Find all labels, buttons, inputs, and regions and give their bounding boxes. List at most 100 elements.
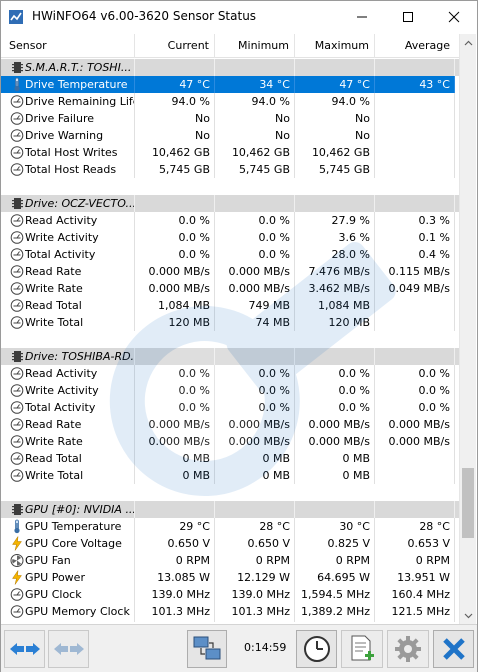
thermometer-icon xyxy=(14,519,20,534)
sensor-row[interactable]: GPU Memory Clock 101.3 MHz 101.3 MHz 1,389.… xyxy=(1,603,459,620)
chevron-up-icon xyxy=(464,40,473,45)
average-value xyxy=(375,450,455,467)
navigate-arrows-button[interactable] xyxy=(4,630,45,668)
minimum-value: 0.000 MB/s xyxy=(215,263,295,280)
sensor-row[interactable]: Drive Warning No No No xyxy=(1,127,459,144)
sensor-group-row[interactable]: Drive: TOSHIBA-RD... xyxy=(1,348,459,365)
gauge-icon xyxy=(10,282,24,295)
column-header-current[interactable]: Current xyxy=(135,34,215,58)
sensor-row[interactable]: Total Host Reads 5,745 GB 5,745 GB 5,745 GB xyxy=(1,161,459,178)
sensor-row[interactable]: Read Total 0 MB 0 MB 0 MB xyxy=(1,450,459,467)
average-value xyxy=(375,467,455,484)
scroll-down-arrow[interactable] xyxy=(460,607,477,624)
title-bar[interactable]: HWiNFO64 v6.00-3620 Sensor Status xyxy=(1,1,477,32)
average-value xyxy=(375,127,455,144)
maximum-value xyxy=(295,348,375,365)
settings-button[interactable] xyxy=(387,630,429,668)
gauge-icon xyxy=(10,265,24,278)
chip-icon xyxy=(12,504,23,515)
sensor-row[interactable]: Drive Temperature 47 °C 34 °C 47 °C 43 °C xyxy=(1,76,459,93)
sensor-row[interactable]: Write Total 120 MB 74 MB 120 MB xyxy=(1,314,459,331)
current-value: 10,462 GB xyxy=(135,144,215,161)
current-value xyxy=(135,501,215,518)
logging-button[interactable] xyxy=(341,630,383,668)
average-value xyxy=(375,297,455,314)
sensor-row[interactable]: Read Rate 0.000 MB/s 0.000 MB/s 0.000 MB/s 0… xyxy=(1,416,459,433)
network-button[interactable] xyxy=(187,630,227,668)
sensor-row[interactable]: Write Rate 0.000 MB/s 0.000 MB/s 0.000 MB/s… xyxy=(1,433,459,450)
maximum-value: 1,594.5 MHz xyxy=(295,586,375,603)
scroll-up-arrow[interactable] xyxy=(460,34,477,51)
sensor-name: GPU Fan xyxy=(1,552,135,569)
sensor-row[interactable]: Drive Remaining Life 94.0 % 94.0 % 94.0 % xyxy=(1,93,459,110)
sensor-row[interactable]: Write Activity 0.0 % 0.0 % 0.0 % 0.0 % xyxy=(1,382,459,399)
sensor-label: Write Rate xyxy=(25,282,83,295)
minimum-value: 74 MB xyxy=(215,314,295,331)
column-header-minimum[interactable]: Minimum xyxy=(215,34,295,58)
reset-timer-button[interactable] xyxy=(296,630,337,668)
sensor-name: Write Activity xyxy=(1,382,135,399)
gauge-icon xyxy=(10,248,24,261)
column-header-average[interactable]: Average xyxy=(375,34,455,58)
sensor-row[interactable]: Read Activity 0.0 % 0.0 % 27.9 % 0.3 % xyxy=(1,212,459,229)
drive-icon xyxy=(12,351,23,362)
gauge-icon xyxy=(10,469,24,482)
sensor-row[interactable]: Read Rate 0.000 MB/s 0.000 MB/s 7.476 MB/s 0… xyxy=(1,263,459,280)
vertical-scrollbar[interactable] xyxy=(459,34,476,624)
navigate-arrows-disabled-button[interactable] xyxy=(48,630,89,668)
sensor-row[interactable]: Drive Failure No No No xyxy=(1,110,459,127)
sensor-row[interactable]: Write Total 0 MB 0 MB 0 MB xyxy=(1,467,459,484)
minimum-value: 0.000 MB/s xyxy=(215,280,295,297)
sensor-group-row[interactable]: S.M.A.R.T.: TOSHI... xyxy=(1,59,459,76)
sensor-name: Drive Temperature xyxy=(1,76,135,93)
exit-button[interactable] xyxy=(433,630,474,668)
sensor-row[interactable]: Write Activity 0.0 % 0.0 % 3.6 % 0.1 % xyxy=(1,229,459,246)
average-value: 0.0 % xyxy=(375,399,455,416)
minimum-value: 94.0 % xyxy=(215,93,295,110)
sensor-group-row[interactable]: GPU [#0]: NVIDIA ... xyxy=(1,501,459,518)
sensor-row[interactable]: Total Host Writes 10,462 GB 10,462 GB 10,46… xyxy=(1,144,459,161)
sensor-name: GPU Video Clock xyxy=(1,620,135,622)
maximum-value: 30 °C xyxy=(295,518,375,535)
average-value xyxy=(375,144,455,161)
maximum-value: 120 MB xyxy=(295,314,375,331)
maximize-button[interactable] xyxy=(385,1,431,32)
close-button[interactable] xyxy=(431,1,477,32)
sensor-name: Write Activity xyxy=(1,229,135,246)
sensor-label: Write Total xyxy=(25,469,84,482)
sensor-row[interactable]: GPU Core Voltage 0.650 V 0.650 V 0.825 V 0.6… xyxy=(1,535,459,552)
sensor-name: Total Host Reads xyxy=(1,161,135,178)
current-value: 5,745 GB xyxy=(135,161,215,178)
sensor-row[interactable]: Total Activity 0.0 % 0.0 % 28.0 % 0.4 % xyxy=(1,246,459,263)
maximum-value: 10,462 GB xyxy=(295,144,375,161)
sensor-grid: S.M.A.R.T.: TOSHI... Drive Temperature 47 … xyxy=(1,58,459,622)
clock-icon xyxy=(303,636,330,662)
group-label: S.M.A.R.T.: TOSHI... xyxy=(25,61,132,74)
maximum-value: 0.000 MB/s xyxy=(295,416,375,433)
drive-icon xyxy=(12,198,23,209)
minimum-value: 0.000 MB/s xyxy=(215,433,295,450)
sensor-row[interactable]: GPU Video Clock544.0 MHz544.0 MHz1,240.0… xyxy=(1,620,459,622)
minimize-button[interactable] xyxy=(339,1,385,32)
sensor-row[interactable]: GPU Temperature 29 °C 28 °C 30 °C 28 °C xyxy=(1,518,459,535)
sensor-row[interactable]: Total Activity 0.0 % 0.0 % 0.0 % 0.0 % xyxy=(1,399,459,416)
sensor-row[interactable]: Read Activity 0.0 % 0.0 % 0.0 % 0.0 % xyxy=(1,365,459,382)
scroll-thumb[interactable] xyxy=(462,468,474,538)
gauge-icon xyxy=(10,112,24,125)
sensor-row[interactable]: GPU Power 13.085 W 12.129 W 64.695 W 13.951 … xyxy=(1,569,459,586)
sensor-label: Read Activity xyxy=(25,367,98,380)
sensor-row[interactable]: GPU Fan 0 RPM 0 RPM 0 RPM 0 RPM xyxy=(1,552,459,569)
average-value xyxy=(375,161,455,178)
current-value xyxy=(135,348,215,365)
sensor-group-row[interactable]: Drive: OCZ-VECTO... xyxy=(1,195,459,212)
column-header-sensor[interactable]: Sensor xyxy=(1,34,135,58)
gauge-icon xyxy=(10,621,24,622)
sensor-row[interactable]: GPU Clock 139.0 MHz 139.0 MHz 1,594.5 MHz 16… xyxy=(1,586,459,603)
gauge-icon xyxy=(10,214,24,227)
column-header-maximum[interactable]: Maximum xyxy=(295,34,375,58)
sensor-row[interactable]: Write Rate 0.000 MB/s 0.000 MB/s 3.462 MB/s… xyxy=(1,280,459,297)
sensor-row[interactable]: Read Total 1,084 MB 749 MB 1,084 MB xyxy=(1,297,459,314)
maximum-value: 0.0 % xyxy=(295,365,375,382)
sensor-name: S.M.A.R.T.: TOSHI... xyxy=(1,59,135,76)
sensor-name: Write Total xyxy=(1,467,135,484)
